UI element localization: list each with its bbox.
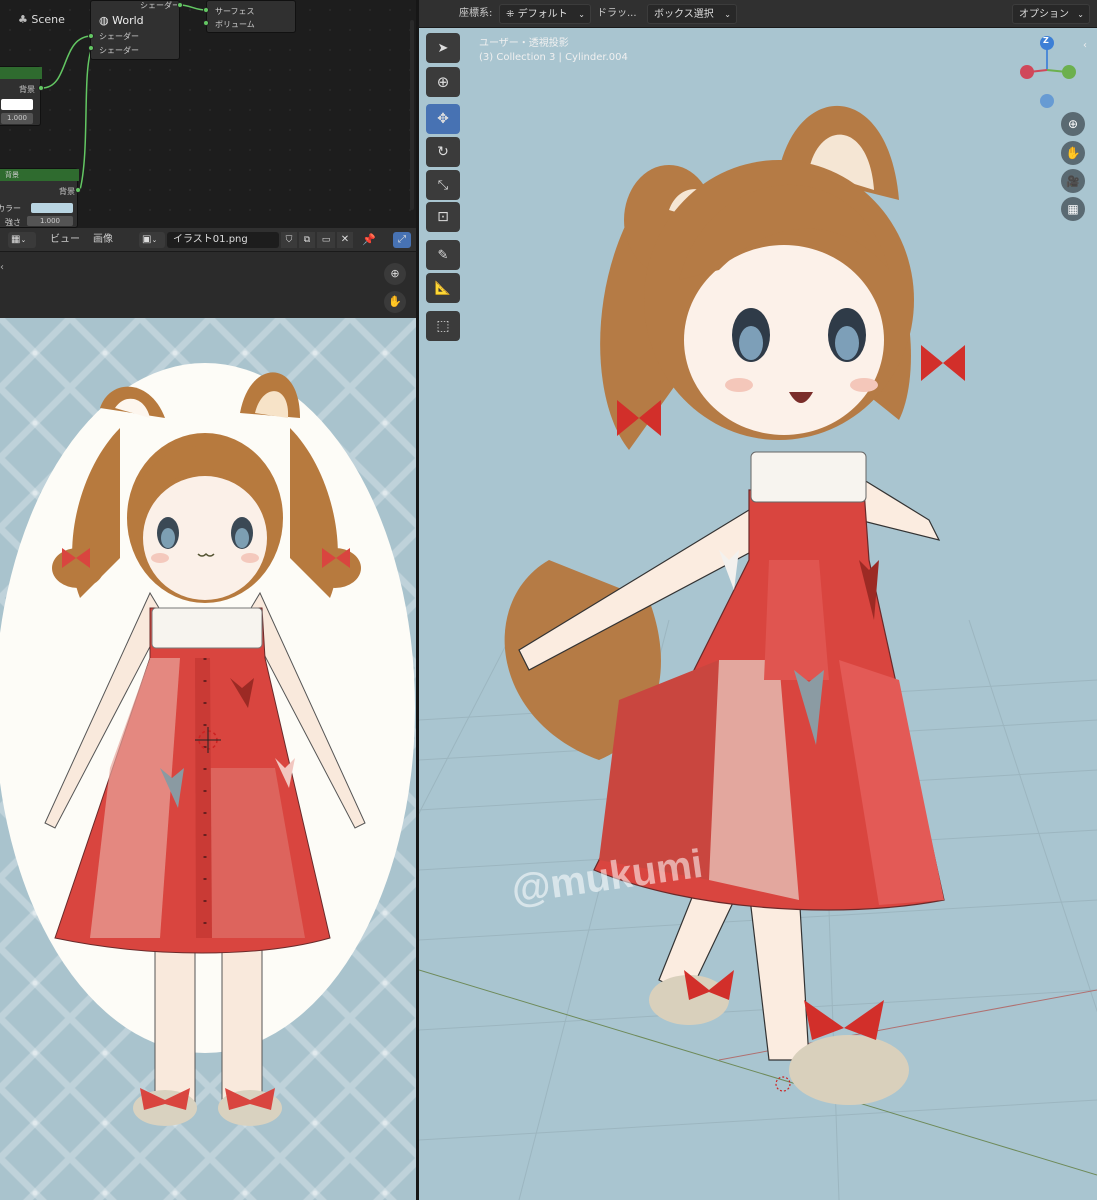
move-tool[interactable]: ✥ [426,104,460,134]
sidebar-toggle-icon[interactable]: ‹ [1083,40,1087,51]
pencil-icon: ✎ [437,247,449,263]
background-node-1[interactable]: 背景 1.000 [0,66,42,126]
zoom-icon[interactable]: ⊕ [1061,112,1085,136]
cube-icon: ⬚ [436,318,450,334]
close-icon[interactable]: ✕ [337,232,353,248]
world-node-title: World [112,14,144,27]
world-icon: ◍ [99,14,109,27]
transform-tool[interactable]: ⊡ [426,202,460,232]
chevron-down-icon: ⌄ [724,10,731,19]
scene-label: Scene [31,13,65,26]
bg2-out-label: 背景 [59,187,75,196]
surface-socket[interactable] [203,7,209,13]
select-mode-value: ボックス選択 [654,9,714,20]
world-socket-1[interactable] [88,33,94,39]
editor-type-button[interactable]: ▦⌄ [8,232,36,248]
crosshair-icon: ⊕ [436,73,450,91]
zoom-icon[interactable]: ⊕ [384,263,406,285]
scale-tool[interactable]: ⤡ [426,170,460,200]
world-socket-label-2: シェーダー [99,46,139,55]
volume-socket[interactable] [203,20,209,26]
viewport-header: 座標系: ⁜ デフォルト ⌄ ドラッ... ボックス選択 ⌄ オプション ⌄ [419,0,1097,28]
orientation-dropdown[interactable]: ⁜ デフォルト ⌄ [499,4,591,24]
options-label: オプション [1019,9,1069,20]
bg1-output-socket[interactable] [38,85,44,91]
image-editor-header: ▦⌄ ビュー 画像 ▣⌄ イラスト01.png ⛉ ⧉ ▭ ✕ 📌 ⤢ [0,228,416,252]
character-model [504,105,965,1105]
surface-socket-label: サーフェス [215,7,255,16]
chevron-down-icon: ⌄ [578,10,585,19]
image-editor-toolbar-area: ‹ ⊕ ✋ [0,252,416,318]
annotate-tool[interactable]: ✎ [426,240,460,270]
output-socket-top[interactable] [177,2,183,8]
node-editor[interactable]: ♣ Scene ◍ World シェーダー シェーダー シェーダー サーフェス … [0,0,416,228]
ruler-icon: 📐 [434,280,452,296]
bg2-header: 背景 [0,169,79,181]
bg2-strength-label: 強さ [5,218,21,227]
render-slot-icon[interactable]: ⤢ [393,232,411,248]
orientation-icon: ⁜ [506,9,515,20]
background-node-2[interactable]: 背景 背景 カラー 強さ 1.000 [0,168,79,228]
camera-icon[interactable]: 🎥 [1061,169,1085,193]
chevron-down-icon: ⌄ [151,236,158,244]
image-browse-button[interactable]: ▣⌄ [139,232,165,248]
view-perspective-label: ユーザー・透視投影 [479,38,569,49]
material-output-node[interactable]: サーフェス ボリューム [206,0,296,33]
rotate-tool[interactable]: ↻ [426,137,460,167]
scene-breadcrumb[interactable]: ♣ Scene [18,13,65,26]
world-socket-2[interactable] [88,45,94,51]
transform-icon: ⊡ [437,209,449,225]
menu-image[interactable]: 画像 [93,230,113,250]
pan-hand-icon[interactable]: ✋ [1061,141,1085,165]
menu-view[interactable]: ビュー [50,230,80,250]
image-name-field[interactable]: イラスト01.png [167,232,279,248]
neg-z-axis-icon[interactable] [1040,94,1054,108]
grid-view-icon[interactable]: ▦ [1061,197,1085,221]
chevron-down-icon: ⌄ [1077,10,1084,19]
bg2-color-label: カラー [0,204,21,213]
z-axis-label: Z [1043,36,1049,45]
y-axis-icon[interactable] [1062,65,1076,79]
bg2-color-swatch[interactable] [31,203,73,213]
pin-icon[interactable]: 📌 [361,232,377,248]
x-axis-icon[interactable] [1020,65,1034,79]
shield-icon[interactable]: ⛉ [281,232,297,248]
bg2-output-socket[interactable] [75,187,81,193]
cursor-arrow-icon: ➤ [437,40,449,56]
volume-socket-label: ボリューム [215,20,255,29]
select-mode-dropdown[interactable]: ボックス選択 ⌄ [647,4,737,24]
bg1-label: 背景 [19,85,35,94]
3d-viewport[interactable]: @mukumi 座標系: ⁜ デフォルト ⌄ ドラッ... ボックス選択 ⌄ オ… [419,0,1097,1200]
navigation-gizmo[interactable] [1017,34,1077,114]
rotate-icon: ↻ [437,144,449,160]
node-editor-scrollbar[interactable] [410,20,414,210]
scene-icon: ♣ [18,13,28,26]
cursor-tool[interactable]: ⊕ [426,67,460,97]
options-dropdown[interactable]: オプション ⌄ [1012,4,1090,24]
drag-label: ドラッ... [597,8,637,19]
measure-tool[interactable]: 📐 [426,273,460,303]
bg2-strength-field[interactable]: 1.000 [27,216,73,226]
world-socket-label-1: シェーダー [99,32,139,41]
add-cube-tool[interactable]: ⬚ [426,311,460,341]
active-object-label: (3) Collection 3 | Cylinder.004 [479,52,628,63]
pan-hand-icon[interactable]: ✋ [384,291,406,313]
folder-icon[interactable]: ▭ [317,232,335,248]
bg1-value-field[interactable]: 1.000 [1,113,33,124]
sidebar-toggle-icon[interactable]: ‹ [0,262,4,273]
select-box-tool[interactable]: ➤ [426,33,460,63]
illustration-image [0,363,415,1126]
move-arrows-icon: ✥ [437,111,449,127]
bg1-color-swatch[interactable] [1,99,33,110]
orientation-label: 座標系: [459,8,493,19]
scale-icon: ⤡ [437,177,449,193]
image-canvas[interactable] [0,318,416,1200]
chevron-down-icon: ⌄ [20,236,27,244]
duplicate-icon[interactable]: ⧉ [299,232,315,248]
output-top-label: シェーダー [140,1,180,10]
orientation-value: デフォルト [517,9,568,20]
